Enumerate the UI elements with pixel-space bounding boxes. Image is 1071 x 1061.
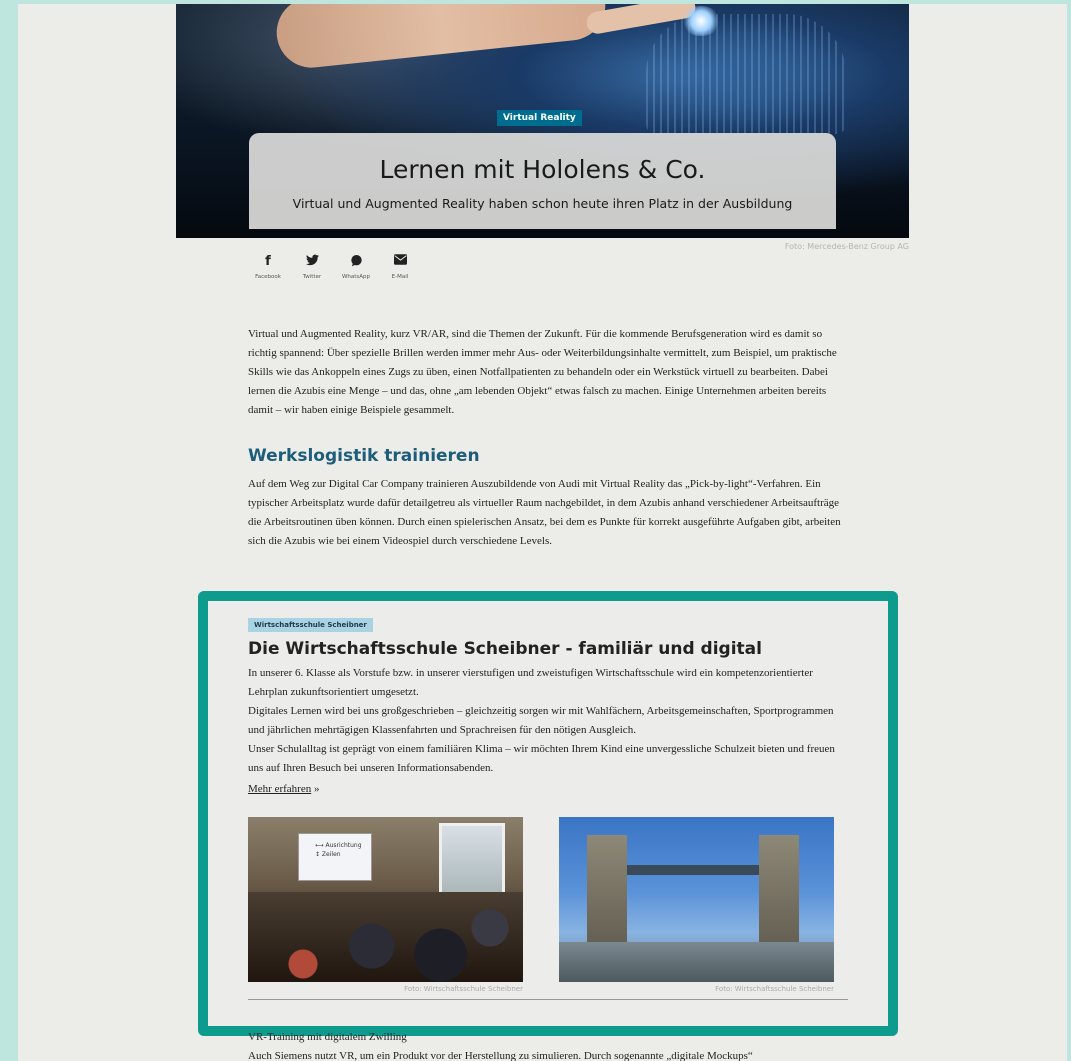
- promo-line: Unser Schulalltag ist geprägt von einem …: [248, 743, 835, 774]
- share-whatsapp[interactable]: WhatsApp: [334, 254, 378, 280]
- page-title: Lernen mit Hololens & Co.: [379, 155, 706, 184]
- students: [248, 892, 523, 982]
- bottom-section: VR-Training mit digitalem Zwilling Auch …: [248, 1028, 868, 1061]
- share-label: WhatsApp: [341, 274, 371, 280]
- share-label: E-Mail: [391, 274, 409, 280]
- page-subtitle: Virtual und Augmented Reality haben scho…: [292, 196, 793, 211]
- projector-screen: ⟷ Ausrichtung ↕ Zeilen: [298, 833, 372, 881]
- section-werkslogistik: Werkslogistik trainieren Auf dem Weg zur…: [248, 446, 843, 551]
- window: [439, 823, 505, 901]
- hero-glow: [681, 6, 721, 36]
- intro-section: Virtual und Augmented Reality, kurz VR/A…: [248, 325, 843, 420]
- whatsapp-icon: [334, 254, 378, 270]
- hero-image: Virtual Reality Lernen mit Hololens & Co…: [176, 4, 909, 238]
- facebook-icon: f: [265, 254, 271, 269]
- category-tag[interactable]: Virtual Reality: [497, 110, 582, 126]
- bridge-walkway: [627, 865, 759, 875]
- promo-text: In unserer 6. Klasse als Vorstufe bzw. i…: [248, 664, 848, 799]
- share-email[interactable]: E-Mail: [378, 254, 422, 280]
- hero-credit: Foto: Mercedes-Benz Group AG: [784, 242, 909, 251]
- link-arrow: »: [311, 783, 320, 795]
- photo-credit: Foto: Wirtschaftsschule Scheibner: [404, 985, 523, 993]
- hero-digital-hand: [646, 14, 846, 134]
- promo-box: Wirtschaftsschule Scheibner Die Wirtscha…: [198, 591, 898, 1036]
- share-label: Twitter: [302, 274, 322, 280]
- mehr-erfahren-link[interactable]: Mehr erfahren: [248, 783, 311, 795]
- divider: [248, 999, 848, 1000]
- share-label: Facebook: [255, 274, 281, 280]
- photo-credit: Foto: Wirtschaftsschule Scheibner: [715, 985, 834, 993]
- screen-text-1: ⟷ Ausrichtung: [315, 842, 362, 849]
- twitter-icon: [290, 254, 334, 270]
- promo-tag[interactable]: Wirtschaftsschule Scheibner: [248, 618, 373, 632]
- intro-paragraph: Virtual und Augmented Reality, kurz VR/A…: [248, 328, 837, 416]
- tower-bridge-photo: [559, 817, 834, 982]
- classroom-photo: ⟷ Ausrichtung ↕ Zeilen: [248, 817, 523, 982]
- promo-link-row: Mehr erfahren »: [248, 780, 848, 799]
- email-icon: [378, 254, 422, 270]
- promo-title: Die Wirtschaftsschule Scheibner - famili…: [248, 639, 762, 659]
- river: [559, 942, 834, 982]
- screen-text-2: ↕ Zeilen: [315, 851, 341, 858]
- bottom-heading: VR-Training mit digitalem Zwilling: [248, 1031, 407, 1043]
- share-twitter[interactable]: Twitter: [290, 254, 334, 280]
- promo-line: In unserer 6. Klasse als Vorstufe bzw. i…: [248, 667, 813, 698]
- hero-title-box: Lernen mit Hololens & Co. Virtual und Au…: [249, 133, 836, 229]
- share-bar: f Facebook Twitter WhatsApp E-Mail: [246, 254, 422, 280]
- share-facebook[interactable]: f Facebook: [246, 254, 290, 280]
- section-heading: Werkslogistik trainieren: [248, 446, 480, 466]
- promo-line: Digitales Lernen wird bei uns großgeschr…: [248, 705, 834, 736]
- bottom-paragraph: Auch Siemens nutzt VR, um ein Produkt vo…: [248, 1050, 753, 1061]
- section-paragraph: Auf dem Weg zur Digital Car Company trai…: [248, 478, 841, 547]
- article-page: Virtual Reality Lernen mit Hololens & Co…: [18, 4, 1067, 1061]
